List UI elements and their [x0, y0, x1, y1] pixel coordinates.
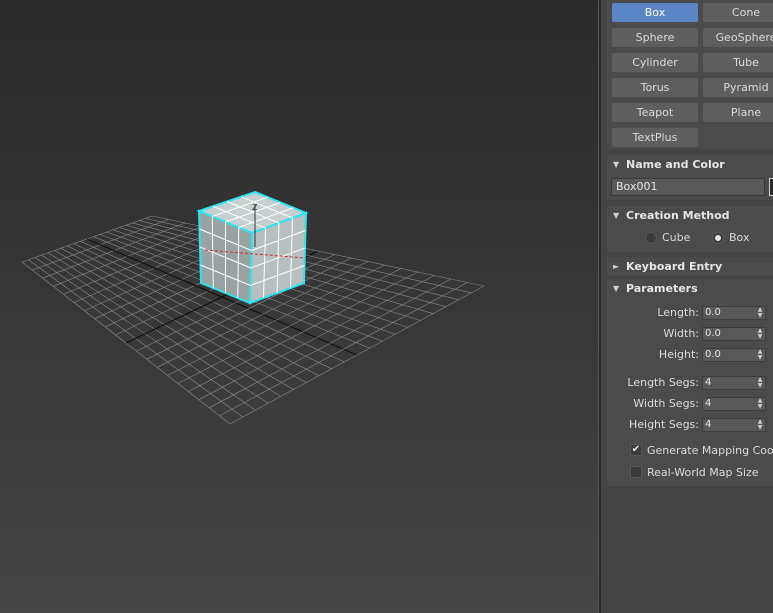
height-segs-value: 4	[705, 419, 712, 430]
teapot-button[interactable]: Teapot	[612, 103, 698, 122]
box-radio-label: Box	[729, 231, 750, 244]
cylinder-button[interactable]: Cylinder	[612, 53, 698, 72]
spinner-arrows-icon[interactable]: ▲ ▼	[757, 307, 763, 319]
height-segs-label: Height Segs:	[628, 418, 699, 431]
generate-mapping-label: Generate Mapping Coords.	[647, 444, 773, 457]
length-spinner[interactable]: 0.0 ▲ ▼	[702, 306, 766, 320]
real-world-map-size-checkbox[interactable]	[630, 466, 642, 478]
rollout-title: Keyboard Entry	[626, 260, 723, 273]
width-segs-value: 4	[705, 398, 712, 409]
length-label: Length:	[657, 306, 699, 319]
width-segs-label: Width Segs:	[633, 397, 699, 410]
length-value: 0.0	[705, 307, 721, 318]
spinner-arrows-icon[interactable]: ▲ ▼	[757, 328, 763, 340]
creation-method-header[interactable]: ▼ Creation Method	[607, 206, 773, 225]
keyboard-entry-header[interactable]: ► Keyboard Entry	[607, 257, 773, 276]
pyramid-button[interactable]: Pyramid	[703, 78, 773, 97]
rollout-title: Creation Method	[626, 209, 730, 222]
height-label: Height:	[658, 348, 699, 361]
length-segs-label: Length Segs:	[627, 376, 699, 389]
cube-radio[interactable]	[645, 232, 657, 244]
triangle-down-icon: ▼	[613, 160, 620, 169]
textplus-button[interactable]: TextPlus	[612, 128, 698, 147]
box-button[interactable]: Box	[612, 3, 698, 22]
generate-mapping-checkbox[interactable]: ✔	[630, 444, 642, 456]
rollout-title: Name and Color	[626, 158, 725, 171]
cone-button[interactable]: Cone	[703, 3, 773, 22]
torus-button[interactable]: Torus	[612, 78, 698, 97]
object-type-rollout	[607, 0, 773, 149]
triangle-down-icon: ▼	[613, 284, 620, 293]
grid-line	[229, 285, 485, 425]
height-segs-spinner[interactable]: 4 ▲ ▼	[702, 418, 766, 432]
spinner-arrows-icon[interactable]: ▲ ▼	[757, 349, 763, 361]
height-value: 0.0	[705, 349, 721, 360]
plane-button[interactable]: Plane	[703, 103, 773, 122]
spinner-arrows-icon[interactable]: ▲ ▼	[757, 419, 763, 431]
grid-line	[145, 218, 472, 294]
z-axis-label: Z	[252, 203, 258, 212]
triangle-down-icon: ▼	[613, 211, 620, 220]
object-color-swatch[interactable]	[769, 178, 773, 196]
width-label: Width:	[663, 327, 699, 340]
triangle-right-icon: ►	[613, 262, 620, 271]
tube-button[interactable]: Tube	[703, 53, 773, 72]
width-segs-spinner[interactable]: 4 ▲ ▼	[702, 397, 766, 411]
cube-radio-label: Cube	[662, 231, 691, 244]
length-segs-spinner[interactable]: 4 ▲ ▼	[702, 376, 766, 390]
length-segs-value: 4	[705, 377, 712, 388]
checkmark-icon: ✔	[631, 444, 641, 455]
viewport-canvas[interactable]: Z	[0, 0, 598, 613]
spinner-arrows-icon[interactable]: ▲ ▼	[757, 398, 763, 410]
parameters-header[interactable]: ▼ Parameters	[607, 279, 773, 298]
sphere-button[interactable]: Sphere	[612, 28, 698, 47]
rollout-title: Parameters	[626, 282, 698, 295]
geosphere-button[interactable]: GeoSphere	[703, 28, 773, 47]
height-spinner[interactable]: 0.0 ▲ ▼	[702, 348, 766, 362]
command-panel: Box Cone Sphere GeoSphere Cylinder Tube …	[601, 0, 773, 613]
object-name-field[interactable]: Box001	[611, 178, 765, 196]
name-and-color-header[interactable]: ▼ Name and Color	[607, 155, 773, 174]
width-spinner[interactable]: 0.0 ▲ ▼	[702, 327, 766, 341]
perspective-viewport[interactable]: Z	[0, 0, 598, 613]
spinner-arrows-icon[interactable]: ▲ ▼	[757, 377, 763, 389]
box-object[interactable]: Z	[196, 190, 309, 305]
width-value: 0.0	[705, 328, 721, 339]
real-world-map-size-label: Real-World Map Size	[647, 466, 759, 479]
box-radio[interactable]	[712, 232, 724, 244]
